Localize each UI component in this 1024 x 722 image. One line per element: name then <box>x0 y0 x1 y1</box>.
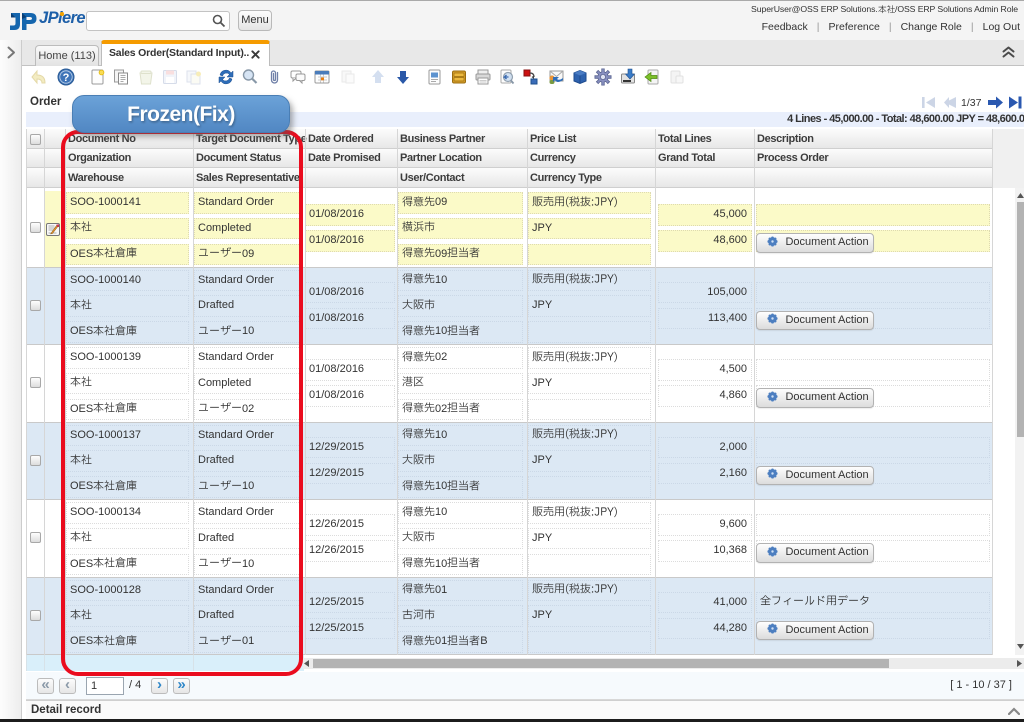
svg-text:?: ? <box>63 72 70 84</box>
